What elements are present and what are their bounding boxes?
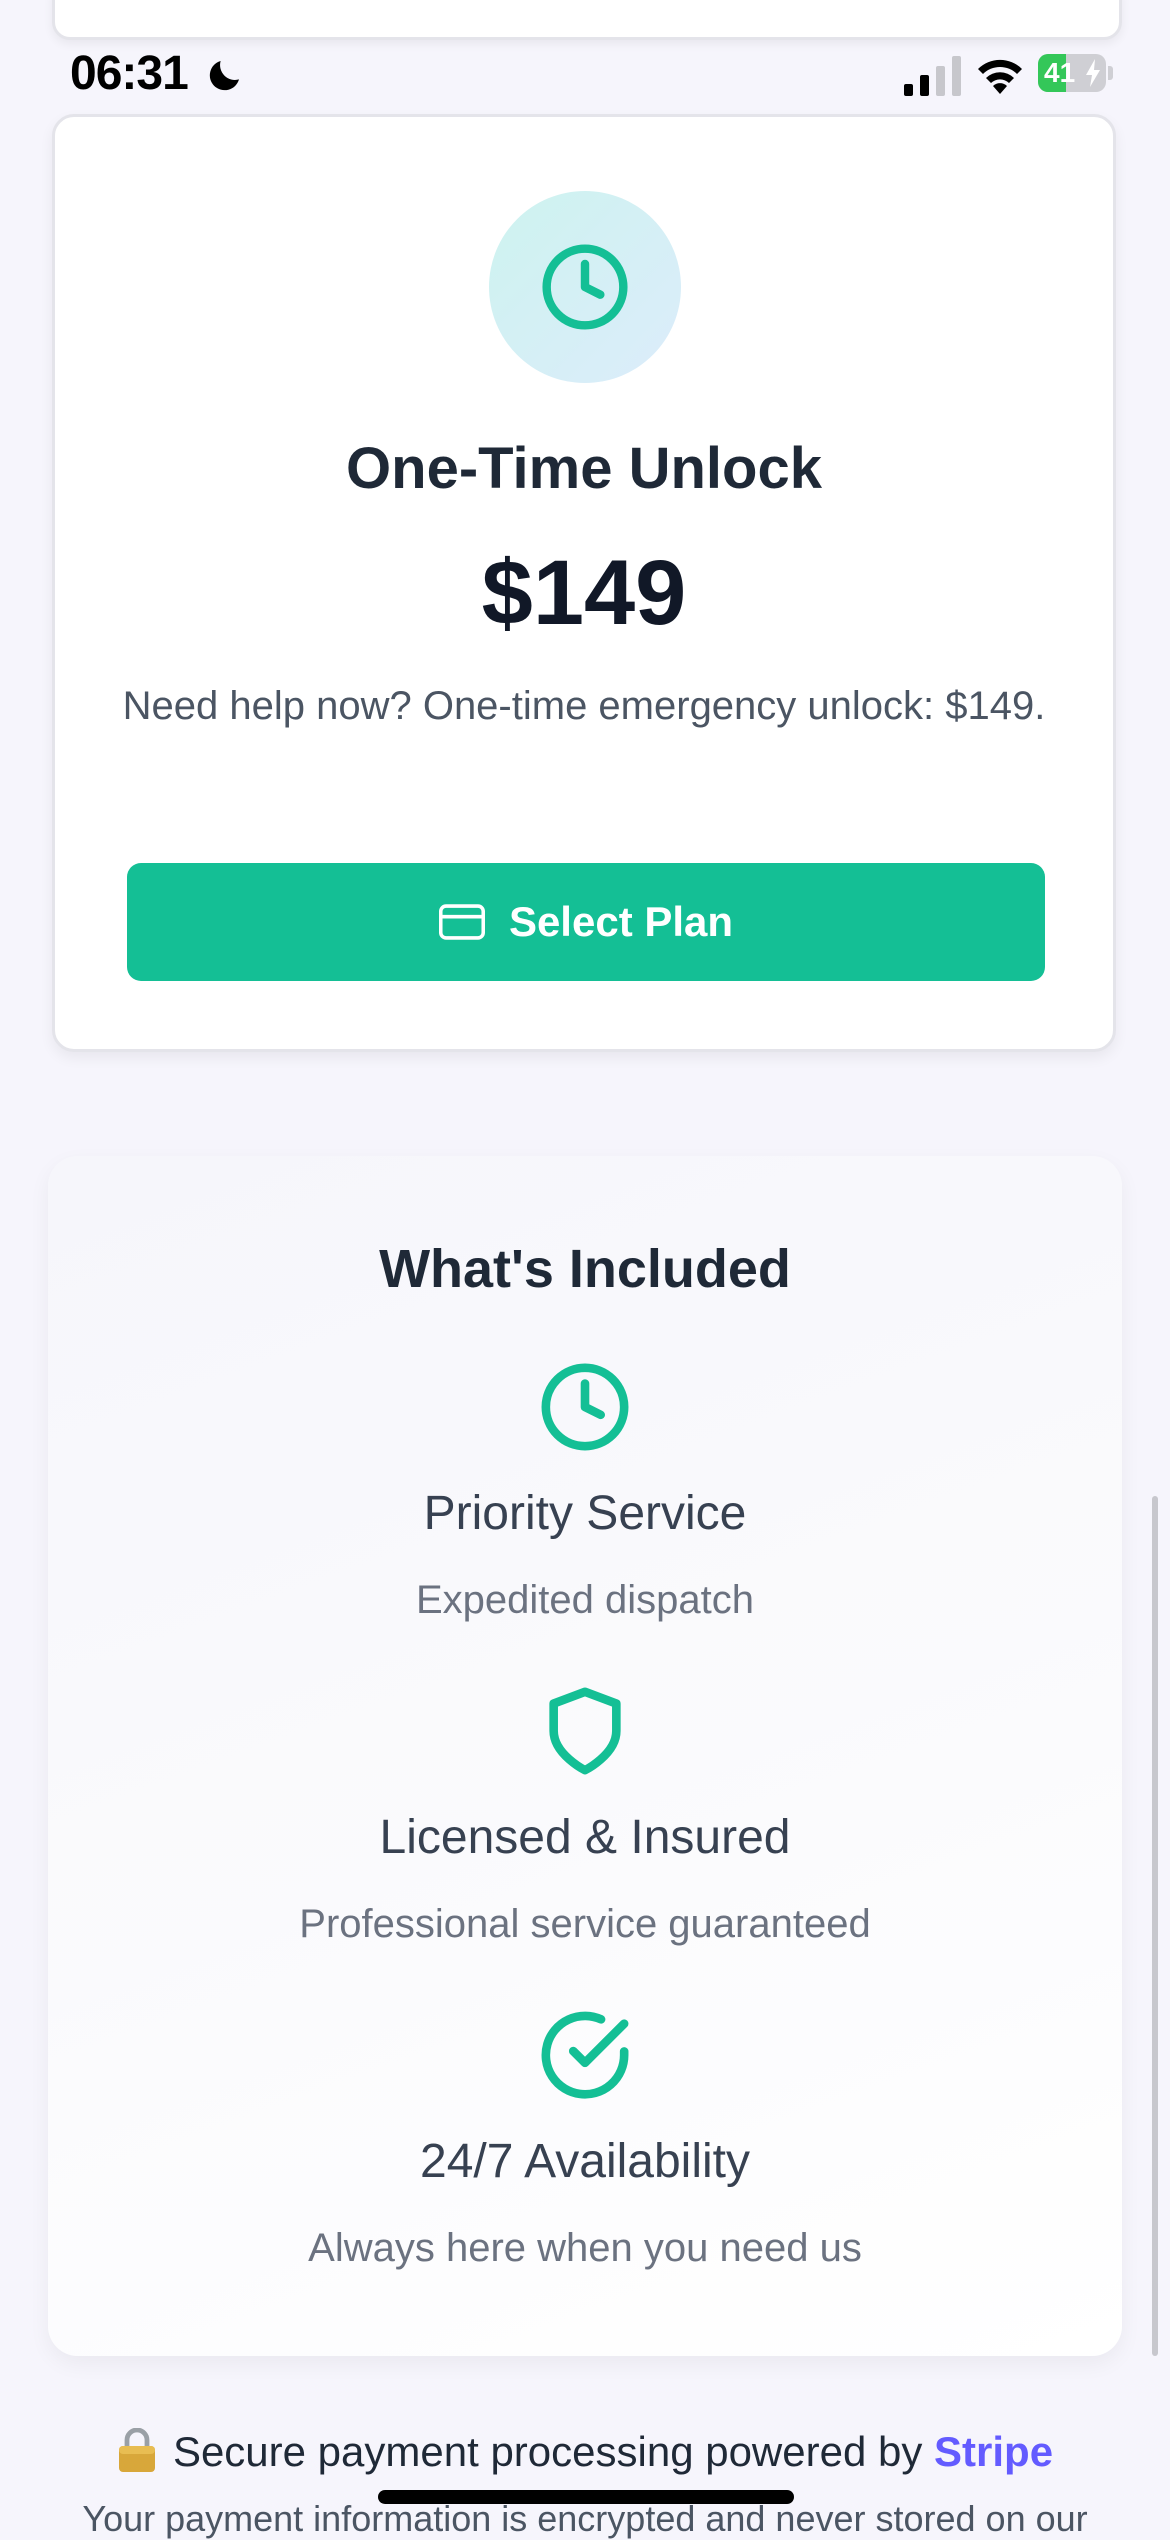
clock-icon <box>542 244 628 330</box>
plan-price: $149 <box>481 542 687 644</box>
lock-icon <box>118 2428 155 2472</box>
plan-icon-badge <box>489 191 681 383</box>
plan-title: One-Time Unlock <box>346 436 822 501</box>
select-plan-label: Select Plan <box>508 898 734 945</box>
previous-plan-card-edge <box>52 0 1122 40</box>
status-bar: 06:31 41 <box>0 40 1170 110</box>
charging-bolt-icon <box>1086 59 1100 87</box>
whats-included-title: What's Included <box>379 1239 791 1299</box>
clock-icon <box>541 1363 629 1451</box>
feature-title-priority-service: Priority Service <box>423 1487 747 1540</box>
home-indicator[interactable] <box>378 2490 794 2504</box>
secure-payment-text: Secure payment processing powered by <box>172 2428 923 2475</box>
wifi-icon <box>978 59 1022 94</box>
one-time-unlock-plan-card: One-Time Unlock $149 Need help now? One-… <box>52 114 1116 1052</box>
whats-included-card: What's Included Priority Service Expedit… <box>48 1156 1122 2356</box>
check-circle-icon <box>541 2011 629 2099</box>
battery-icon: 41 <box>1038 54 1114 92</box>
payment-info-note: Your payment information is encrypted an… <box>82 2498 1088 2539</box>
select-plan-button-content: Select Plan <box>127 863 1045 981</box>
feature-title-availability: 24/7 Availability <box>420 2135 750 2188</box>
battery-percent: 41 <box>1044 57 1076 88</box>
status-time: 06:31 <box>70 47 189 100</box>
feature-desc-availability: Always here when you need us <box>308 2226 862 2270</box>
secure-payment-line: Secure payment processing powered by Str… <box>0 2428 1170 2476</box>
plan-description: Need help now? One-time emergency unlock… <box>122 684 1046 728</box>
feature-desc-licensed-insured: Professional service guaranteed <box>299 1902 871 1946</box>
stripe-link[interactable]: Stripe <box>934 2428 1053 2475</box>
battery-cap <box>1108 66 1113 80</box>
feature-desc-priority-service: Expedited dispatch <box>415 1578 754 1622</box>
feature-title-licensed-insured: Licensed & Insured <box>379 1811 791 1864</box>
signal-icon <box>904 56 961 96</box>
shield-icon <box>549 1687 621 1775</box>
select-plan-button[interactable]: Select Plan <box>127 863 1045 981</box>
battery-body: 41 <box>1038 54 1106 92</box>
moon-icon <box>209 61 239 91</box>
credit-card-icon <box>438 904 485 940</box>
scrollbar[interactable] <box>1152 1496 1158 2356</box>
